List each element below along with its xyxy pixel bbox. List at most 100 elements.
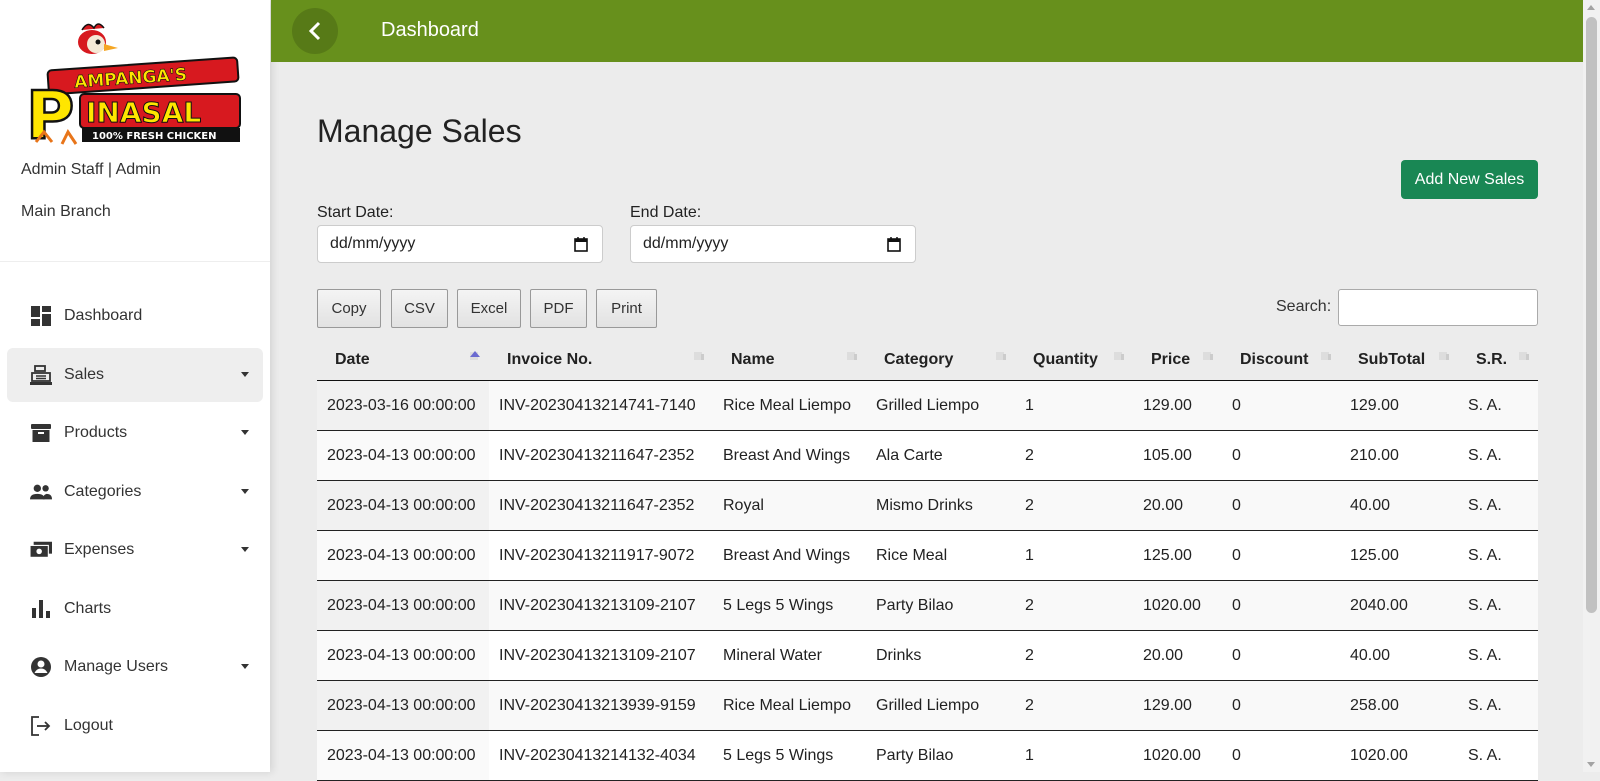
column-header-sr[interactable]: S.R. (1458, 340, 1538, 381)
cell-discount: 0 (1222, 730, 1340, 781)
end-date-value: dd/mm/yyyy (643, 235, 729, 252)
print-button[interactable]: Print (596, 289, 657, 328)
cell-category: Ala Carte (866, 430, 1015, 481)
sidebar-item-label: Sales (64, 366, 105, 383)
table-row: 2023-04-13 00:00:00 INV-20230413213939-9… (317, 680, 1538, 731)
column-header-price[interactable]: Price (1133, 340, 1222, 381)
sidebar-item-categories[interactable]: Categories (7, 465, 263, 519)
top-header: Dashboard (271, 0, 1583, 62)
table-row: 2023-04-13 00:00:00 INV-20230413211647-2… (317, 480, 1538, 531)
cell-category: Party Bilao (866, 580, 1015, 631)
column-header-quantity[interactable]: Quantity (1015, 340, 1133, 381)
cell-subtotal: 129.00 (1340, 380, 1458, 431)
sidebar-item-dashboard[interactable]: Dashboard (7, 289, 263, 343)
chevron-left-icon (308, 21, 321, 41)
scrollbar-thumb[interactable] (1586, 17, 1597, 613)
cell-name: Breast And Wings (713, 530, 866, 581)
cell-subtotal: 125.00 (1340, 530, 1458, 581)
calendar-icon[interactable] (887, 237, 901, 252)
column-header-invoice[interactable]: Invoice No. (489, 340, 713, 381)
start-date-label: Start Date: (317, 204, 394, 221)
cell-date: 2023-04-13 00:00:00 (317, 530, 489, 581)
archive-box-icon (30, 422, 52, 444)
cell-invoice: INV-20230413214741-7140 (489, 380, 713, 431)
sidebar-item-products[interactable]: Products (7, 406, 263, 460)
end-date-input[interactable]: dd/mm/yyyy (630, 225, 916, 263)
column-header-date[interactable]: Date (317, 340, 489, 381)
sidebar-item-sales[interactable]: Sales (7, 348, 263, 402)
search-input[interactable] (1338, 289, 1538, 326)
sidebar-item-label: Products (64, 424, 128, 441)
cell-price: 20.00 (1133, 480, 1222, 531)
cell-quantity: 2 (1015, 680, 1133, 731)
excel-button[interactable]: Excel (457, 289, 521, 328)
sort-icon (996, 352, 1006, 360)
calendar-icon[interactable] (574, 237, 588, 252)
cell-invoice: INV-20230413213109-2107 (489, 580, 713, 631)
sidebar-item-logout[interactable]: Logout (7, 699, 263, 753)
cell-price: 129.00 (1133, 680, 1222, 731)
cell-sr: S. A. (1458, 680, 1538, 731)
cell-quantity: 2 (1015, 480, 1133, 531)
column-header-name[interactable]: Name (713, 340, 866, 381)
chevron-down-icon (241, 547, 249, 552)
table-row: 2023-03-16 00:00:00 INV-20230413214741-7… (317, 380, 1538, 431)
back-button[interactable] (292, 8, 338, 54)
pampangas-pinasal-logo: AMPANGA'S P INASAL 100% FRESH CHICKEN (25, 23, 241, 150)
column-label: Category (884, 351, 954, 368)
sidebar-item-manage-users[interactable]: Manage Users (7, 640, 263, 694)
cell-subtotal: 258.00 (1340, 680, 1458, 731)
logo-tagline: 100% FRESH CHICKEN (92, 131, 217, 142)
chevron-down-icon (241, 489, 249, 494)
sort-icon (1321, 352, 1331, 360)
cell-invoice: INV-20230413211647-2352 (489, 430, 713, 481)
sales-table: Date Invoice No. Name Category Quantity … (317, 340, 1538, 781)
cell-date: 2023-04-13 00:00:00 (317, 630, 489, 681)
table-row: 2023-04-13 00:00:00 INV-20230413214132-4… (317, 730, 1538, 781)
cell-category: Mismo Drinks (866, 480, 1015, 531)
chevron-down-icon (241, 372, 249, 377)
start-date-input[interactable]: dd/mm/yyyy (317, 225, 603, 263)
sort-icon (1519, 352, 1529, 360)
csv-button[interactable]: CSV (391, 289, 448, 328)
column-header-subtotal[interactable]: SubTotal (1340, 340, 1458, 381)
scroll-up-arrow-icon[interactable] (1587, 5, 1595, 10)
sidebar-item-label: Charts (64, 600, 112, 617)
cell-category: Party Bilao (866, 730, 1015, 781)
pdf-button[interactable]: PDF (530, 289, 587, 328)
cell-quantity: 1 (1015, 380, 1133, 431)
cell-category: Grilled Liempo (866, 380, 1015, 431)
sort-icon (1114, 352, 1124, 360)
cell-subtotal: 210.00 (1340, 430, 1458, 481)
chevron-down-icon (241, 664, 249, 669)
cell-price: 125.00 (1133, 530, 1222, 581)
cell-discount: 0 (1222, 580, 1340, 631)
copy-button[interactable]: Copy (317, 289, 381, 328)
vertical-scrollbar[interactable] (1583, 0, 1600, 772)
dashboard-icon (30, 305, 52, 327)
cell-category: Grilled Liempo (866, 680, 1015, 731)
cell-quantity: 1 (1015, 730, 1133, 781)
cell-name: Rice Meal Liempo (713, 380, 866, 431)
sidebar-item-label: Categories (64, 483, 142, 500)
sidebar-item-charts[interactable]: Charts (7, 582, 263, 636)
people-icon (30, 481, 52, 503)
column-label: Invoice No. (507, 351, 593, 368)
account-circle-icon (30, 656, 52, 678)
header-title: Dashboard (381, 19, 479, 41)
cell-date: 2023-04-13 00:00:00 (317, 480, 489, 531)
cell-subtotal: 40.00 (1340, 480, 1458, 531)
table-header-row: Date Invoice No. Name Category Quantity … (317, 340, 1538, 381)
sidebar-item-label: Expenses (64, 541, 135, 558)
sidebar-item-expenses[interactable]: Expenses (7, 523, 263, 577)
column-header-discount[interactable]: Discount (1222, 340, 1340, 381)
column-header-category[interactable]: Category (866, 340, 1015, 381)
cash-register-icon (30, 364, 52, 386)
cell-date: 2023-04-13 00:00:00 (317, 730, 489, 781)
cell-subtotal: 2040.00 (1340, 580, 1458, 631)
cell-category: Drinks (866, 630, 1015, 681)
scroll-down-arrow-icon[interactable] (1587, 762, 1595, 767)
cell-discount: 0 (1222, 630, 1340, 681)
sidebar-item-label: Logout (64, 717, 113, 734)
add-new-sales-button[interactable]: Add New Sales (1401, 160, 1538, 199)
